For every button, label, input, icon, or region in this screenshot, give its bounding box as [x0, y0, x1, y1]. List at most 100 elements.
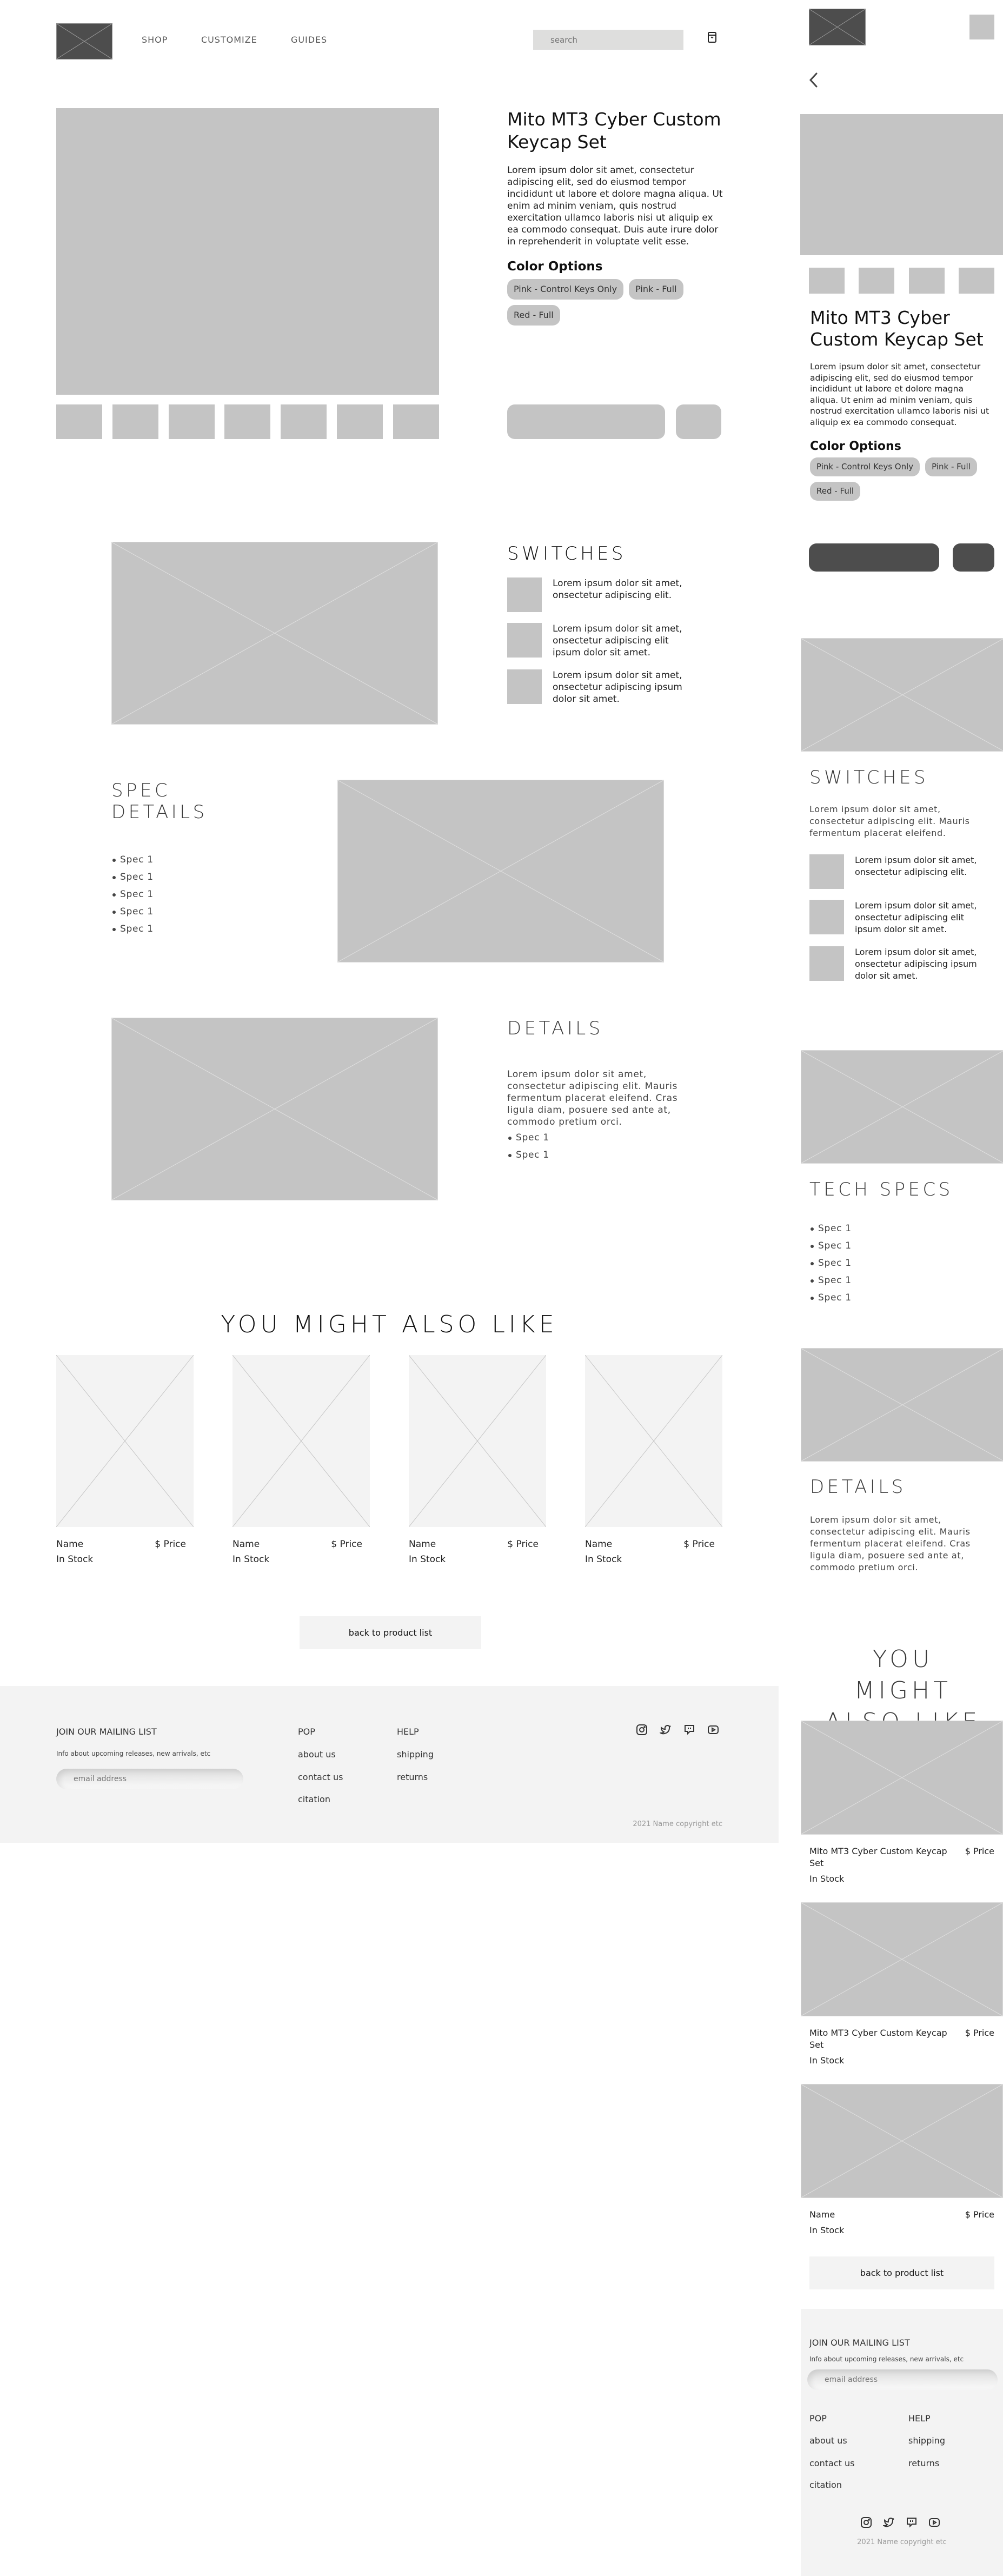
switch-description: Lorem ipsum dolor sit amet, onsectetur a… [855, 947, 977, 981]
mobile-back-button[interactable] [808, 72, 819, 88]
logo[interactable] [56, 23, 112, 59]
mobile-wishlist-button[interactable] [953, 543, 994, 572]
product-card-name: Name [56, 1539, 84, 1550]
mobile-footer-link-shipping[interactable]: shipping [908, 2435, 945, 2447]
mobile-product-card[interactable]: Mito MT3 Cyber Custom Keycap Set $ Price I… [801, 1721, 1003, 1902]
mobile-copyright: 2021 Name copyright etc [857, 2538, 947, 2546]
also-like-title: YOU MIGHT ALSO LIKE [221, 1311, 558, 1338]
mobile-social-links [860, 2517, 940, 2528]
mobile-color-option-pink-full[interactable]: Pink - Full [925, 457, 977, 476]
mobile-footer: JOIN OUR MAILING LIST Info about upcomin… [801, 2309, 1003, 2576]
mobile-product-card[interactable]: Name $ Price In Stock [801, 2084, 1003, 2266]
mobile-product-thumbnail[interactable] [809, 268, 845, 294]
color-options: Pink - Control Keys Only Pink - Full Red -… [507, 279, 723, 331]
switch-item: Lorem ipsum dolor sit amet, onsectetur a… [507, 623, 691, 659]
mailing-list-subtitle: Info about upcoming releases, new arriva… [56, 1750, 211, 1757]
details-section: DETAILS Lorem ipsum dolor sit amet, cons… [507, 1018, 686, 1164]
mobile-mailing-list-title: JOIN OUR MAILING LIST [809, 2338, 910, 2348]
twitch-icon[interactable] [906, 2517, 918, 2528]
spec-item: Spec 1 [111, 920, 274, 938]
mobile-color-option-red-full[interactable]: Red - Full [810, 482, 861, 501]
mobile-footer-link-citation[interactable]: citation [809, 2479, 842, 2491]
color-option-red-full[interactable]: Red - Full [507, 305, 560, 326]
product-card[interactable]: Name $ Price In Stock [409, 1355, 546, 1567]
nav-customize[interactable]: CUSTOMIZE [201, 35, 257, 45]
placeholder-cross-icon [801, 2084, 1002, 2197]
add-to-cart-button[interactable] [507, 404, 665, 439]
footer-col-pop-title: POP [298, 1727, 315, 1737]
mobile-footer-link-returns[interactable]: returns [908, 2458, 939, 2469]
details-title: DETAILS [507, 1018, 603, 1039]
instagram-icon[interactable] [860, 2517, 872, 2528]
footer-link-contact[interactable]: contact us [298, 1771, 343, 1783]
product-main-image [56, 108, 439, 395]
footer-col-help-title: HELP [397, 1727, 419, 1737]
nav-shop[interactable]: SHOP [142, 35, 168, 45]
youtube-icon[interactable] [928, 2517, 940, 2528]
mobile-add-to-cart-button[interactable] [809, 543, 939, 572]
mobile-mailing-list-subtitle: Info about upcoming releases, new arriva… [809, 2355, 964, 2363]
product-card-stock: In Stock [809, 2225, 845, 2235]
switch-description: Lorem ipsum dolor sit amet, onsectetur a… [553, 578, 682, 601]
email-input[interactable] [56, 1769, 243, 1789]
product-thumbnail[interactable] [112, 404, 158, 439]
product-card-price: $ Price [965, 2028, 994, 2038]
mobile-menu-button[interactable] [969, 15, 994, 39]
search-input[interactable] [533, 30, 683, 50]
product-card-stock: In Stock [809, 1874, 845, 1884]
mobile-color-options: Pink - Control Keys Only Pink - Full Red -… [810, 457, 994, 506]
mobile-email-input[interactable] [807, 2369, 998, 2390]
twitter-icon[interactable] [883, 2517, 895, 2528]
instagram-icon[interactable] [636, 1724, 648, 1736]
product-thumbnails [56, 404, 439, 439]
product-thumbnail[interactable] [337, 404, 383, 439]
mobile-switch-item: Lorem ipsum dolor sit amet, onsectetur a… [809, 900, 996, 935]
spec-item: Spec 1 [111, 886, 274, 903]
switch-thumbnail [809, 900, 844, 934]
footer-link-about[interactable]: about us [298, 1749, 336, 1761]
switch-thumbnail [809, 946, 844, 981]
mobile-footer-link-about[interactable]: about us [809, 2435, 847, 2447]
mobile-tech-specs-section: TECH SPECS Spec 1 Spec 1 Spec 1 Spec 1 S… [809, 1179, 996, 1306]
product-thumbnail[interactable] [56, 404, 102, 439]
product-card-price: $ Price [683, 1539, 715, 1550]
placeholder-cross-icon [56, 1355, 194, 1527]
mobile-footer-link-contact[interactable]: contact us [809, 2458, 854, 2469]
mobile-details-text: Lorem ipsum dolor sit amet, consectetur … [810, 1515, 971, 1572]
mobile-details-title: DETAILS [810, 1476, 906, 1498]
product-card[interactable]: Name $ Price In Stock [233, 1355, 370, 1567]
color-option-pink-control[interactable]: Pink - Control Keys Only [507, 279, 624, 300]
switch-thumbnail [507, 623, 542, 658]
wishlist-button[interactable] [676, 404, 721, 439]
product-card[interactable]: Name $ Price In Stock [585, 1355, 722, 1567]
spec-item: Spec 1 [111, 851, 274, 868]
mobile-logo[interactable] [809, 9, 866, 45]
footer-link-shipping[interactable]: shipping [397, 1749, 434, 1761]
mobile-product-card[interactable]: Mito MT3 Cyber Custom Keycap Set $ Price I… [801, 1902, 1003, 2084]
mobile-product-thumbnails [809, 268, 994, 294]
product-card[interactable]: Name $ Price In Stock [56, 1355, 194, 1567]
cart-button[interactable] [706, 30, 718, 44]
product-card-image [233, 1355, 370, 1527]
color-option-pink-full[interactable]: Pink - Full [629, 279, 683, 300]
switch-item: Lorem ipsum dolor sit amet, onsectetur a… [507, 577, 691, 612]
back-to-list-button[interactable]: back to product list [300, 1616, 481, 1649]
youtube-icon[interactable] [707, 1724, 719, 1736]
mobile-product-thumbnail[interactable] [859, 268, 895, 294]
mobile-product-thumbnail[interactable] [908, 268, 945, 294]
product-thumbnail[interactable] [224, 404, 271, 439]
product-thumbnail[interactable] [393, 404, 439, 439]
product-card-price: $ Price [507, 1539, 539, 1550]
twitch-icon[interactable] [683, 1724, 695, 1736]
footer-link-returns[interactable]: returns [397, 1771, 428, 1783]
product-thumbnail[interactable] [281, 404, 327, 439]
product-thumbnail[interactable] [168, 404, 215, 439]
copyright: 2021 Name copyright etc [633, 1820, 722, 1828]
twitter-icon[interactable] [660, 1724, 672, 1736]
mobile-product-thumbnail[interactable] [958, 268, 994, 294]
mailing-list-title: JOIN OUR MAILING LIST [56, 1727, 157, 1737]
nav-guides[interactable]: GUIDES [291, 35, 327, 45]
mobile-back-to-list-button[interactable]: back to product list [809, 2256, 994, 2289]
footer-link-citation[interactable]: citation [298, 1794, 330, 1805]
mobile-color-option-pink-control[interactable]: Pink - Control Keys Only [810, 457, 920, 476]
